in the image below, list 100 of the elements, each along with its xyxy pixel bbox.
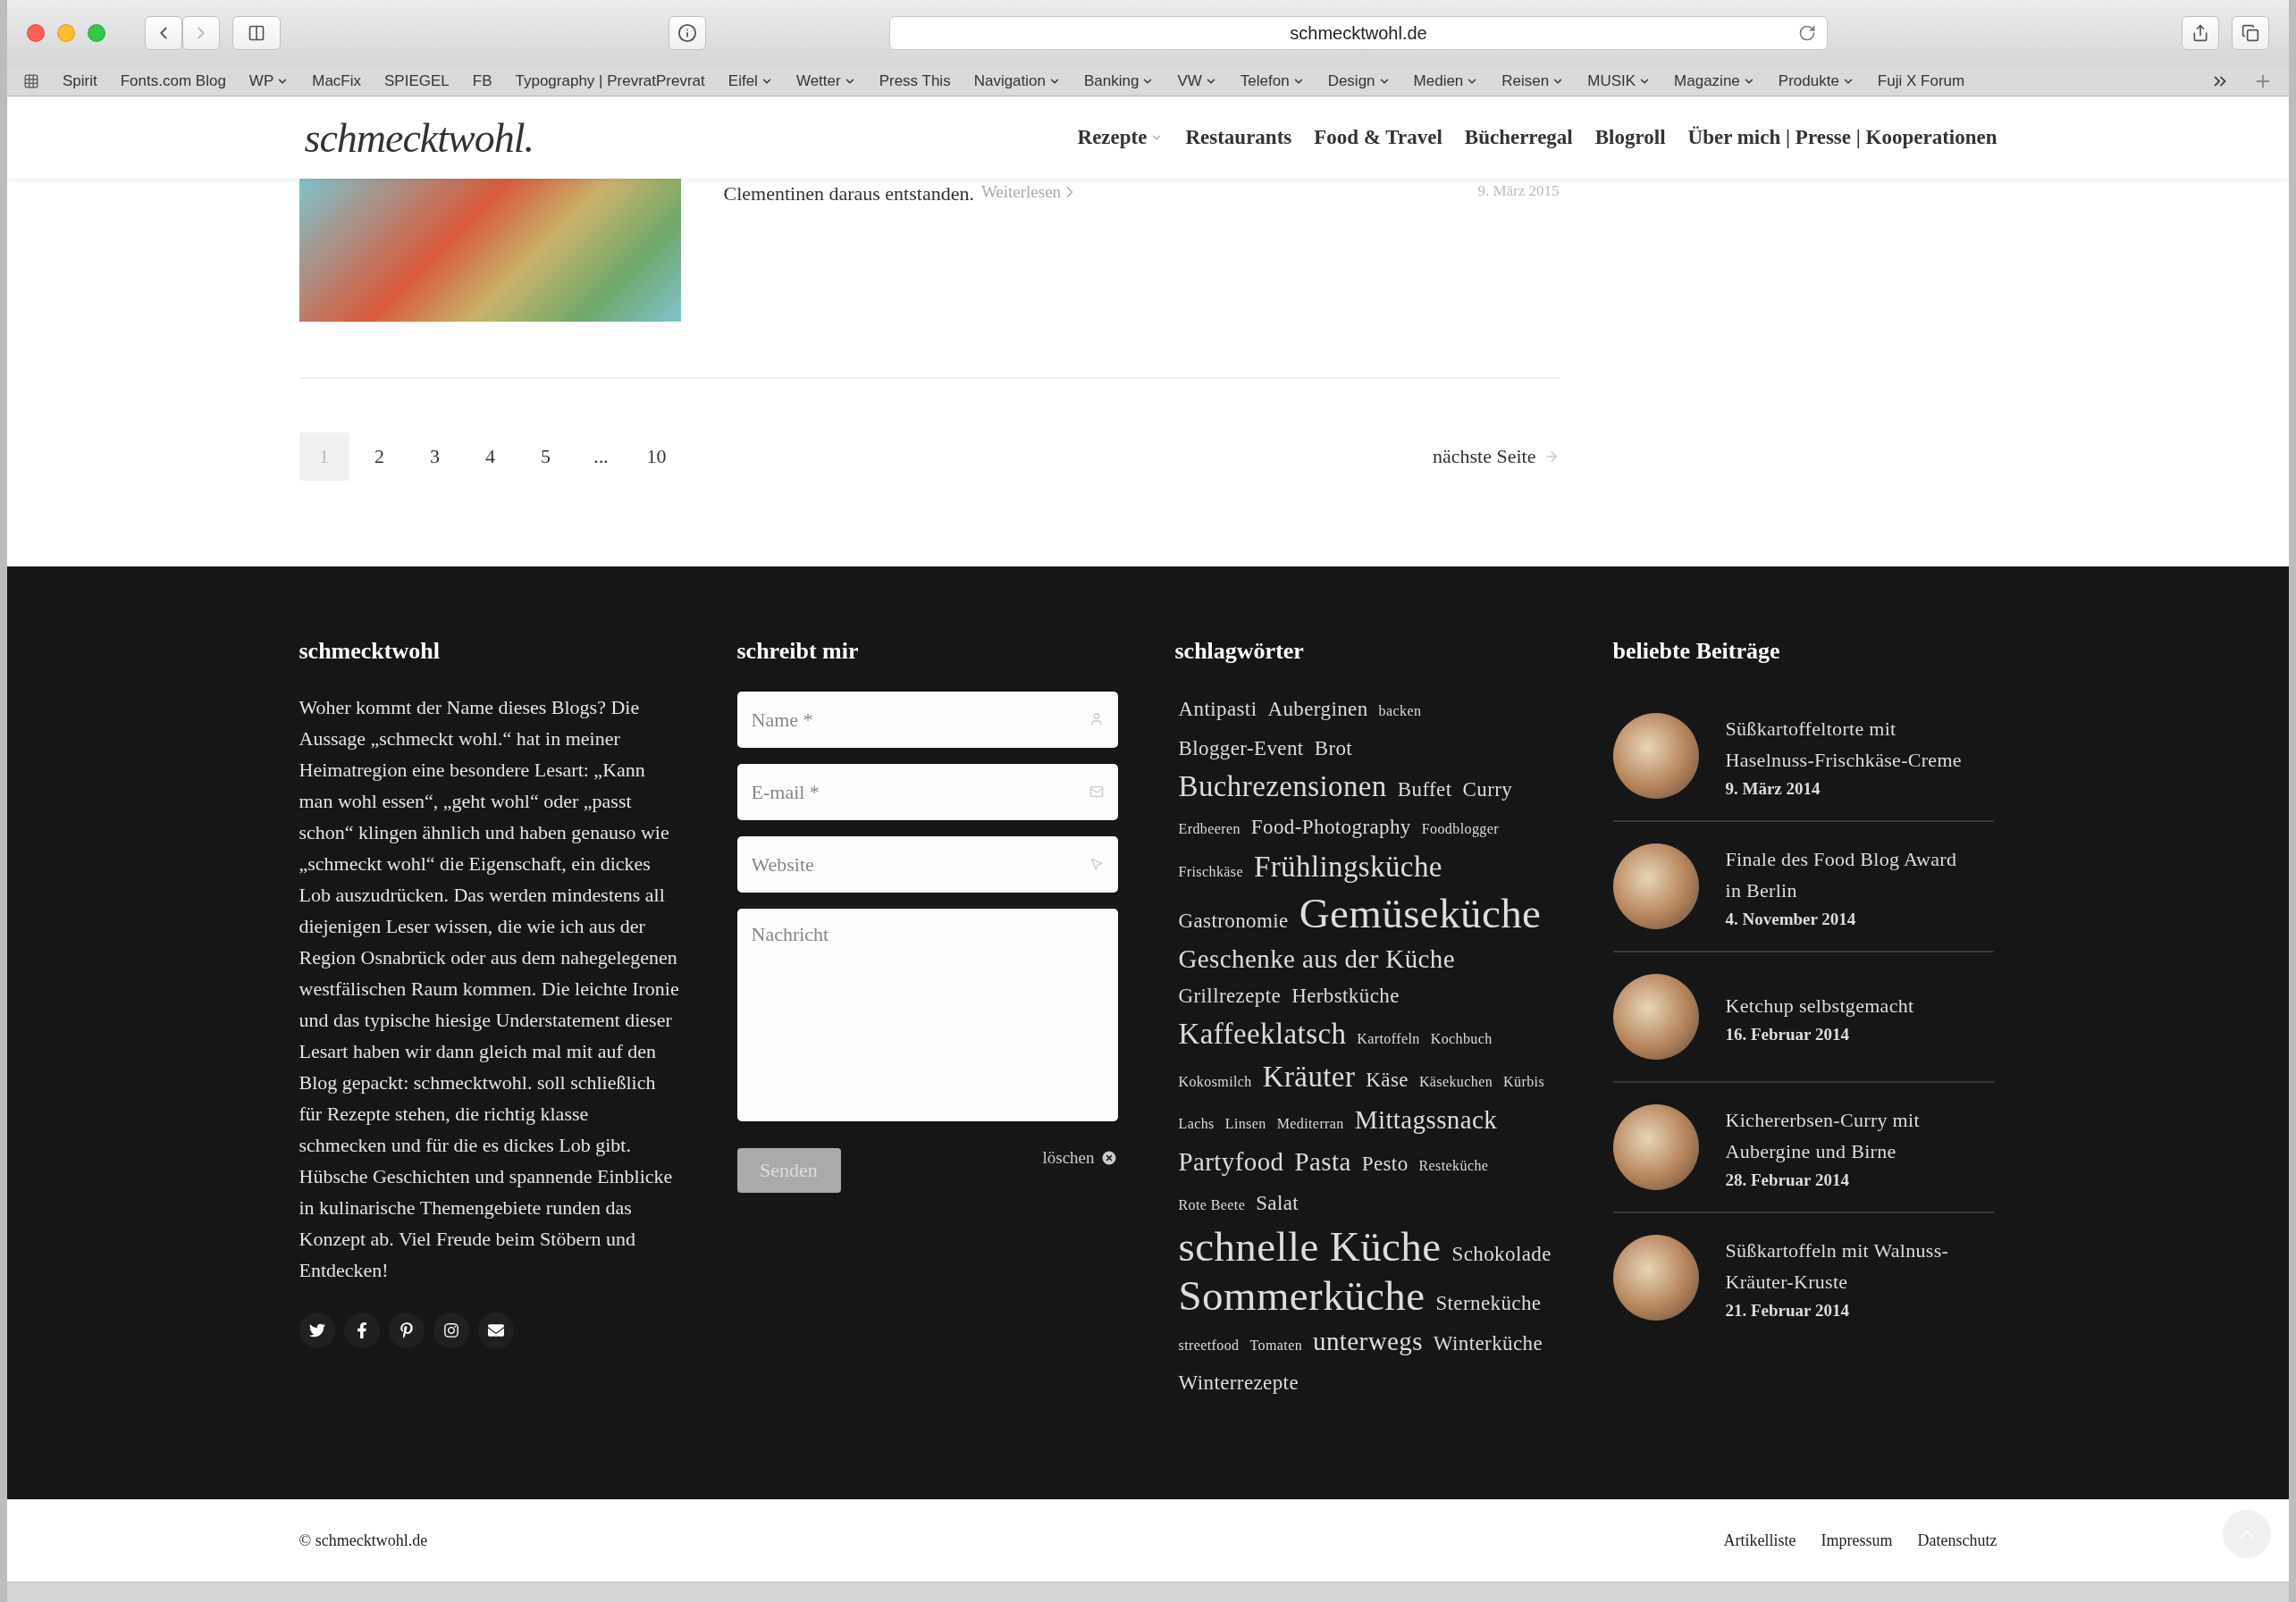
page-link[interactable]: 3 — [409, 432, 460, 481]
bookmark[interactable]: Fonts.com Blog — [120, 71, 226, 90]
tag-link[interactable]: Grillrezepte — [1178, 978, 1282, 1014]
tag-link[interactable]: Kürbis — [1503, 1064, 1545, 1100]
tag-link[interactable]: Frühlingsküche — [1253, 849, 1442, 885]
reload-icon[interactable] — [1798, 24, 1816, 42]
tag-link[interactable]: schnelle Küche — [1178, 1225, 1442, 1268]
bookmark[interactable]: Banking — [1084, 71, 1155, 90]
page-link[interactable]: 2 — [354, 432, 405, 481]
bookmark[interactable]: Press This — [879, 71, 951, 90]
tag-link[interactable]: Blogger-Event — [1178, 731, 1304, 767]
tag-link[interactable]: Mediterran — [1276, 1106, 1344, 1142]
logo[interactable]: schmecktwohl. — [304, 113, 534, 162]
bookmark[interactable]: Telefon — [1240, 71, 1305, 90]
bookmark[interactable]: Reisen — [1501, 71, 1565, 90]
grid-icon[interactable] — [23, 72, 39, 89]
message-field[interactable]: Nachricht — [736, 909, 1118, 1121]
bookmark[interactable]: Navigation — [973, 71, 1061, 90]
tag-link[interactable]: Curry — [1462, 772, 1513, 808]
tag-link[interactable]: Foodblogger — [1421, 811, 1499, 847]
bookmark[interactable]: FB — [472, 71, 492, 90]
tag-link[interactable]: backen — [1378, 693, 1422, 729]
bookmark[interactable]: Eifel — [727, 71, 773, 90]
clear-button[interactable]: löschen — [1042, 1148, 1118, 1168]
social-button[interactable] — [388, 1313, 425, 1348]
tag-link[interactable]: Food-Photography — [1250, 809, 1411, 845]
sidebar-button[interactable] — [232, 16, 281, 50]
post-link[interactable]: Süßkartoffeltorte mit Haselnuss-Frischkäse-Creme — [1725, 713, 1967, 776]
nav-link[interactable]: Food & Travel — [1314, 126, 1442, 149]
close-icon[interactable] — [27, 24, 45, 42]
bookmark[interactable]: Design — [1327, 71, 1391, 90]
bookmark[interactable]: Medien — [1413, 71, 1479, 90]
tag-link[interactable]: Geschenke aus der Küche — [1178, 941, 1456, 977]
bookmark[interactable]: WP — [248, 71, 290, 90]
social-button[interactable] — [343, 1313, 380, 1348]
tag-link[interactable]: Lachs — [1178, 1106, 1215, 1142]
post-link[interactable]: Süßkartoffeln mit Walnuss-Kräuter-Kruste — [1725, 1235, 1967, 1297]
footer-link[interactable]: Artikelliste — [1723, 1531, 1796, 1550]
bookmark[interactable]: Magazine — [1674, 71, 1755, 90]
tag-link[interactable]: Mittagssnack — [1354, 1102, 1498, 1137]
bookmark[interactable]: Spirit — [63, 71, 97, 90]
tag-link[interactable]: Buchrezensionen — [1178, 768, 1387, 804]
footer-link[interactable]: Datenschutz — [1917, 1531, 1997, 1550]
tag-link[interactable]: Rote Beete — [1178, 1187, 1246, 1223]
tag-link[interactable]: streetfood — [1178, 1328, 1240, 1363]
info-button[interactable] — [669, 16, 706, 50]
tag-link[interactable]: Auberginen — [1267, 692, 1368, 727]
post-link[interactable]: Ketchup selbstgemacht — [1725, 989, 1914, 1021]
bookmark[interactable]: Typography | PrevratPrevrat — [515, 71, 705, 90]
tag-link[interactable]: Kräuter — [1262, 1059, 1356, 1095]
tag-link[interactable]: Kaffeeklatsch — [1178, 1016, 1347, 1052]
post-link[interactable]: Finale des Food Blog Award in Berlin — [1725, 843, 1967, 906]
address-bar[interactable]: schmecktwohl.de — [889, 16, 1828, 50]
social-button[interactable] — [433, 1313, 469, 1348]
page-link[interactable]: 10 — [631, 432, 682, 481]
page-link[interactable]: ... — [576, 432, 627, 481]
next-page-link[interactable]: nächste Seite — [1433, 445, 1560, 468]
bookmark[interactable]: Wetter — [795, 71, 856, 90]
input-field[interactable]: E-mail * — [736, 764, 1118, 820]
tag-link[interactable]: Herbstküche — [1291, 978, 1400, 1014]
tag-link[interactable]: Kartoffeln — [1357, 1021, 1420, 1057]
nav-link[interactable]: Blogroll — [1594, 126, 1666, 149]
input-field[interactable]: Website — [736, 836, 1118, 893]
social-button[interactable] — [299, 1313, 335, 1348]
tag-link[interactable]: Buffet — [1397, 772, 1452, 808]
bookmark[interactable]: Produkte — [1778, 71, 1854, 90]
tag-link[interactable]: Gastronomie — [1178, 903, 1289, 939]
tag-link[interactable]: Gemüseküche — [1299, 892, 1542, 935]
back-button[interactable] — [145, 16, 182, 50]
page-link[interactable]: 5 — [520, 432, 571, 481]
tag-link[interactable]: Käse — [1366, 1062, 1409, 1098]
share-button[interactable] — [2182, 16, 2219, 50]
post-link[interactable]: Kichererbsen-Curry mit Aubergine und Birne — [1725, 1104, 1967, 1167]
bookmark[interactable]: SPIEGEL — [384, 71, 450, 90]
input-field[interactable]: Name * — [736, 692, 1118, 748]
tag-link[interactable]: Resteküche — [1418, 1148, 1489, 1184]
tag-link[interactable]: Kochbuch — [1430, 1021, 1493, 1057]
tag-link[interactable]: Käsekuchen — [1418, 1064, 1493, 1100]
tag-link[interactable]: Kokosmilch — [1178, 1064, 1252, 1100]
bookmark[interactable]: MacFix — [312, 71, 361, 90]
bookmark[interactable]: VW — [1177, 71, 1217, 90]
tag-link[interactable]: Schokolade — [1451, 1237, 1552, 1272]
tag-link[interactable]: Pasta — [1294, 1144, 1351, 1179]
tag-link[interactable]: Sommerküche — [1178, 1274, 1426, 1317]
nav-link[interactable]: Rezepte — [1077, 126, 1164, 149]
bookmark[interactable]: MUSIK — [1587, 71, 1652, 90]
social-button[interactable] — [477, 1313, 514, 1348]
tag-link[interactable]: Sterneküche — [1435, 1286, 1542, 1321]
nav-link[interactable]: Restaurants — [1185, 126, 1292, 149]
page-link[interactable]: 4 — [465, 432, 516, 481]
tag-link[interactable]: Winterrezepte — [1178, 1365, 1299, 1401]
tag-link[interactable]: Salat — [1256, 1186, 1299, 1221]
tag-link[interactable]: Winterküche — [1433, 1326, 1543, 1362]
tabs-button[interactable] — [2232, 16, 2269, 50]
tag-link[interactable]: Erdbeeren — [1178, 811, 1241, 847]
tag-link[interactable]: Pesto — [1361, 1146, 1409, 1182]
tag-link[interactable]: Frischkäse — [1178, 854, 1243, 890]
footer-link[interactable]: Impressum — [1821, 1531, 1893, 1550]
tag-link[interactable]: unterwegs — [1313, 1323, 1423, 1359]
tag-link[interactable]: Partyfood — [1178, 1144, 1284, 1179]
